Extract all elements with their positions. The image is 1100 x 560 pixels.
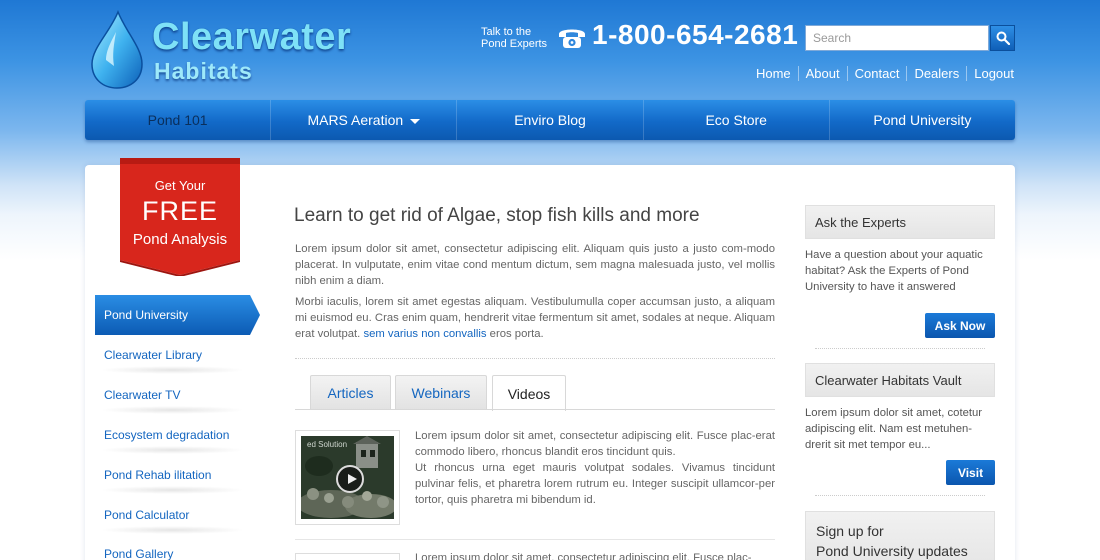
search-input[interactable] xyxy=(805,25,989,51)
divider xyxy=(815,495,985,496)
telephone-icon xyxy=(559,29,585,48)
visit-button[interactable]: Visit xyxy=(946,460,995,485)
video-thumbnail[interactable] xyxy=(295,553,400,560)
nav-item-pond-university[interactable]: Pond University xyxy=(828,100,1015,140)
page-title: Learn to get rid of Algae, stop fish kil… xyxy=(294,205,700,226)
sidebar-item-clearwater-library[interactable]: Clearwater Library xyxy=(104,348,202,362)
divider xyxy=(295,358,775,359)
sidebar-item-ecosystem-degradation[interactable]: Ecosystem degradation xyxy=(104,428,229,442)
top-link-about[interactable]: About xyxy=(797,66,847,81)
video-description-line-1: Lorem ipsum dolor sit amet, consectetur … xyxy=(415,430,775,458)
ribbon-line-1: Get Your xyxy=(154,178,206,193)
tab-articles[interactable]: Articles xyxy=(310,375,391,410)
top-link-contact[interactable]: Contact xyxy=(846,66,907,81)
search-icon xyxy=(996,31,1010,45)
tab-videos[interactable]: Videos xyxy=(492,375,566,411)
video-description: Lorem ipsum dolor sit amet, consectetur … xyxy=(415,552,752,560)
top-link-home[interactable]: Home xyxy=(749,66,798,81)
nav-label: Pond 101 xyxy=(147,112,208,128)
ask-experts-text: Have a question about your aquatic habit… xyxy=(805,249,983,293)
water-drop-icon xyxy=(91,10,143,89)
search-box xyxy=(805,25,1015,51)
nav-label: Pond University xyxy=(873,112,972,128)
nav-label: Enviro Blog xyxy=(514,112,586,128)
ask-experts-heading: Ask the Experts xyxy=(805,205,995,239)
nav-item-eco-store[interactable]: Eco Store xyxy=(642,100,829,140)
inline-link[interactable]: sem varius non convallis xyxy=(363,328,486,340)
top-link-logout[interactable]: Logout xyxy=(966,66,1014,81)
top-links: Home About Contact Dealers Logout xyxy=(749,66,1014,81)
chevron-down-icon xyxy=(410,118,421,124)
top-link-dealers[interactable]: Dealers xyxy=(906,66,966,81)
logo[interactable]: Clearwater Habitats xyxy=(88,10,358,90)
vault-heading: Clearwater Habitats Vault xyxy=(805,363,995,397)
signup-line-1: Sign up for xyxy=(816,523,884,539)
divider xyxy=(100,366,245,374)
main-nav: Pond 101 MARS Aeration Enviro Blog Eco S… xyxy=(85,100,1015,140)
search-button[interactable] xyxy=(990,25,1015,51)
nav-label: Eco Store xyxy=(705,112,767,128)
nav-item-enviro-blog[interactable]: Enviro Blog xyxy=(456,100,642,140)
video-thumbnail[interactable]: ed Solution xyxy=(295,430,400,525)
sidebar-item-pond-university[interactable]: Pond University xyxy=(95,295,260,335)
body-paragraph: Morbi iaculis, lorem sit amet egestas al… xyxy=(295,294,775,342)
phone-number[interactable]: 1-800-654-2681 xyxy=(592,19,798,51)
tab-webinars[interactable]: Webinars xyxy=(395,375,487,410)
sidebar-item-label: Pond University xyxy=(104,308,189,322)
signup-line-2: Pond University updates xyxy=(816,543,968,559)
video-description-line-2: Ut rhoncus urna eget mauris volutpat sod… xyxy=(415,462,775,506)
talk-line-1: Talk to the xyxy=(481,26,532,38)
thumbnail-caption: ed Solution xyxy=(307,440,348,449)
talk-line-2: Pond Experts xyxy=(481,38,548,50)
tab-underline xyxy=(295,409,775,410)
free-analysis-ribbon[interactable]: Get Your FREE Pond Analysis xyxy=(120,158,240,276)
divider xyxy=(100,486,245,494)
body-paragraph-tail: eros porta. xyxy=(489,328,544,340)
divider xyxy=(100,446,245,454)
nav-item-mars-aeration[interactable]: MARS Aeration xyxy=(270,100,456,140)
intro-paragraph: Lorem ipsum dolor sit amet, consectetur … xyxy=(295,243,775,287)
signup-box[interactable]: Sign up for Pond University updates xyxy=(805,511,995,560)
ribbon-line-3: Pond Analysis xyxy=(132,231,228,248)
logo-subtitle: Habitats xyxy=(154,58,253,84)
talk-to-experts-text: Talk to the Pond Experts xyxy=(481,26,547,50)
divider xyxy=(100,526,245,534)
divider xyxy=(815,348,985,349)
nav-item-pond-101[interactable]: Pond 101 xyxy=(85,100,270,140)
divider xyxy=(100,406,245,414)
sidebar-item-pond-gallery[interactable]: Pond Gallery xyxy=(104,547,173,560)
sidebar-item-pond-calculator[interactable]: Pond Calculator xyxy=(104,508,189,522)
ribbon-line-2: FREE xyxy=(141,196,218,226)
vault-text: Lorem ipsum dolor sit amet, cotetur adip… xyxy=(805,407,983,451)
nav-label: MARS Aeration xyxy=(307,112,404,128)
sidebar-item-clearwater-tv[interactable]: Clearwater TV xyxy=(104,388,180,402)
video-thumbnail-image: ed Solution xyxy=(301,436,394,519)
sidebar-item-pond-rehabilitation[interactable]: Pond Rehab ilitation xyxy=(104,468,211,482)
video-description: Lorem ipsum dolor sit amet, consectetur … xyxy=(415,428,775,508)
ask-now-button[interactable]: Ask Now xyxy=(925,313,995,338)
divider xyxy=(295,539,775,540)
play-icon[interactable] xyxy=(336,465,364,493)
logo-title: Clearwater xyxy=(152,16,352,58)
